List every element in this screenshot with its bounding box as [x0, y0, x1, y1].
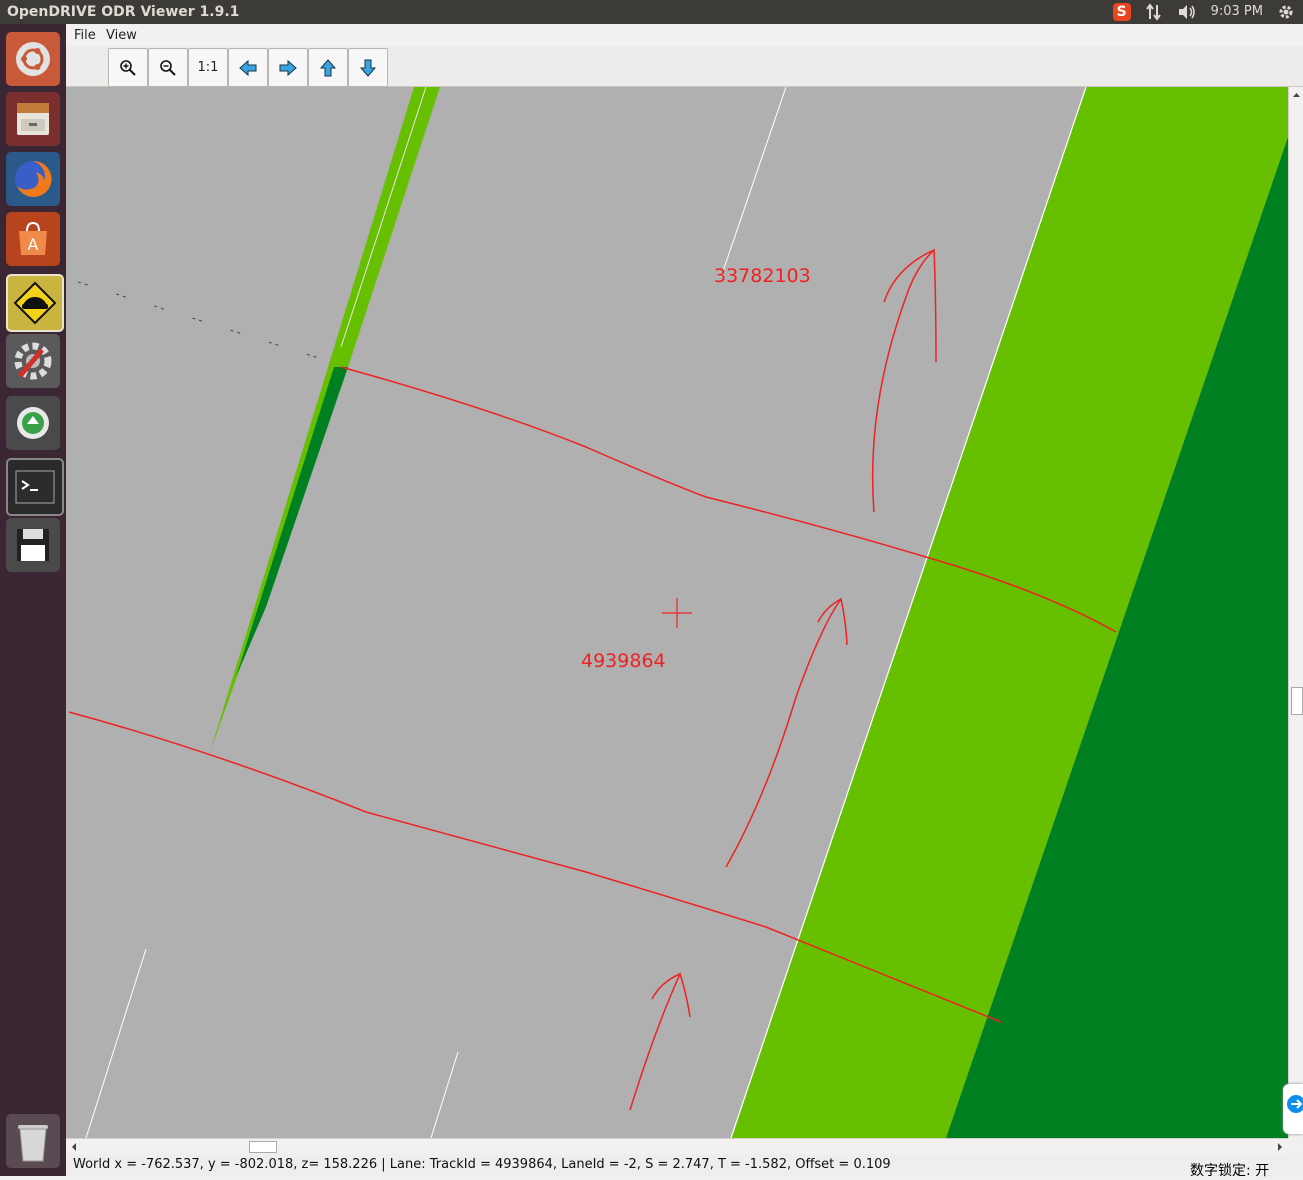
- launcher-firefox-button[interactable]: [6, 152, 60, 206]
- horizontal-scroll-thumb[interactable]: [249, 1141, 277, 1153]
- actual-size-button[interactable]: 1:1: [188, 48, 228, 87]
- launcher-terminal-button[interactable]: [6, 458, 64, 516]
- vertical-scrollbar[interactable]: [1288, 87, 1303, 1138]
- update-globe-icon: [17, 407, 49, 439]
- shopping-bag-icon: A: [19, 221, 47, 255]
- launcher-odr-viewer-button[interactable]: [6, 274, 64, 332]
- zoom-out-icon: [160, 59, 176, 76]
- menu-view[interactable]: View: [106, 28, 137, 43]
- launcher: A: [0, 24, 66, 1176]
- arrow-up-icon: [319, 58, 337, 76]
- launcher-save-disk-button[interactable]: [6, 518, 60, 572]
- volume-icon[interactable]: [1177, 3, 1197, 21]
- pan-down-button[interactable]: [348, 48, 388, 87]
- scroll-up-icon[interactable]: [1289, 89, 1303, 101]
- floppy-disk-icon: [17, 529, 49, 561]
- zoom-in-button[interactable]: [108, 48, 148, 87]
- launcher-files-button[interactable]: [6, 92, 60, 146]
- numlock-indicator: 数字锁定: 开: [1190, 1163, 1270, 1179]
- status-bar: World x = -762.537, y = -802.018, z= 158…: [66, 1154, 1303, 1176]
- launcher-updater-button[interactable]: [6, 396, 60, 450]
- road-label-center: 4939864: [581, 650, 666, 672]
- network-icon[interactable]: [1145, 3, 1163, 21]
- menu-file[interactable]: File: [74, 28, 96, 43]
- car-sign-icon: [13, 281, 57, 325]
- settings-wrench-icon: [14, 342, 52, 380]
- launcher-ubuntu-button[interactable]: [6, 32, 60, 86]
- terminal-icon: [15, 470, 55, 504]
- horizontal-scrollbar[interactable]: [66, 1138, 1288, 1155]
- file-cabinet-icon: [17, 103, 49, 135]
- arrow-right-icon: [279, 59, 297, 76]
- map-canvas[interactable]: 33782103 4939864: [66, 87, 1288, 1138]
- launcher-trash-button[interactable]: [6, 1114, 60, 1168]
- top-panel: OpenDRIVE ODR Viewer 1.9.1 S 9:03 PM: [0, 0, 1303, 24]
- indicator-area: S 9:03 PM: [1112, 0, 1303, 24]
- road-map: [66, 87, 1288, 1138]
- launcher-software-center-button[interactable]: A: [6, 212, 60, 266]
- scroll-right-icon[interactable]: [1274, 1139, 1286, 1155]
- pan-right-button[interactable]: [268, 48, 308, 87]
- gear-icon[interactable]: [1277, 3, 1295, 21]
- road-label-upper: 33782103: [714, 265, 811, 287]
- clock[interactable]: 9:03 PM: [1211, 0, 1263, 24]
- status-text: World x = -762.537, y = -802.018, z= 158…: [73, 1157, 891, 1172]
- teamviewer-icon: [1287, 1095, 1303, 1113]
- arrow-down-icon: [359, 59, 377, 77]
- launcher-system-settings-button[interactable]: [6, 334, 60, 388]
- trash-icon: [18, 1125, 48, 1162]
- menu-bar: File View: [66, 24, 1303, 46]
- arrow-left-icon: [239, 59, 257, 76]
- input-method-icon[interactable]: S: [1112, 3, 1131, 21]
- teamviewer-tab[interactable]: [1283, 1084, 1303, 1134]
- firefox-icon: [15, 160, 52, 197]
- scroll-left-icon[interactable]: [68, 1139, 80, 1155]
- toolbar: 1:1: [66, 46, 1303, 87]
- svg-text:A: A: [28, 235, 39, 254]
- ubuntu-logo-icon: [16, 42, 50, 76]
- window-title: OpenDRIVE ODR Viewer 1.9.1: [7, 4, 240, 20]
- pan-left-button[interactable]: [228, 48, 268, 87]
- zoom-out-button[interactable]: [148, 48, 188, 87]
- zoom-in-icon: [120, 59, 136, 76]
- vertical-scroll-thumb[interactable]: [1291, 687, 1303, 715]
- pan-up-button[interactable]: [308, 48, 348, 87]
